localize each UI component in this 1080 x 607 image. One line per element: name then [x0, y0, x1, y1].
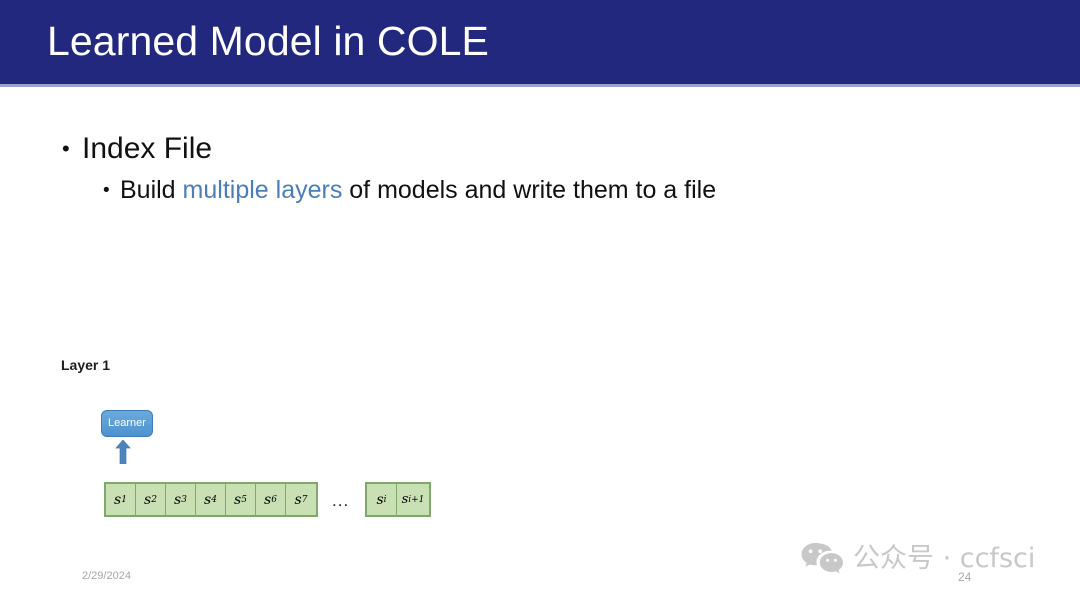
learner-box: Learner — [101, 410, 153, 437]
segment-cell-subscript: 4 — [211, 494, 217, 505]
segment-cell-base: s — [376, 491, 384, 508]
segment-ellipsis: ... — [332, 491, 350, 510]
segment-cell-base: s — [264, 491, 272, 508]
segment-cell: si — [367, 484, 397, 515]
watermark-text: 公众号 · ccfsci — [853, 543, 1036, 574]
segment-cell: s5 — [226, 484, 256, 515]
segment-cell-subscript: 6 — [271, 494, 277, 505]
segment-cell-subscript: 5 — [241, 494, 247, 505]
segment-cell-subscript: i — [383, 494, 387, 505]
segment-cell: s2 — [136, 484, 166, 515]
page-title: Learned Model in COLE — [47, 18, 489, 64]
segment-cell-subscript: 2 — [151, 494, 157, 505]
bullet-level2-suffix: of models and write them to a file — [342, 176, 717, 204]
bullet-level2-highlight: multiple layers — [182, 176, 343, 204]
segment-cell-base: s — [114, 491, 122, 508]
segment-cell-base: s — [174, 491, 182, 508]
wechat-icon — [801, 543, 843, 574]
title-banner-underline — [0, 84, 1080, 87]
segment-cell-base: s — [401, 492, 409, 507]
segment-cell-subscript: 3 — [181, 494, 187, 505]
segment-cell: s3 — [166, 484, 196, 515]
segment-cell-base: s — [294, 491, 302, 508]
bullet-level2-prefix: Build — [120, 176, 183, 204]
segment-cell: s6 — [256, 484, 286, 515]
segment-cell-subscript: i+1 — [408, 494, 425, 505]
segment-cell: s7 — [286, 484, 316, 515]
bullet-marker-icon: • — [103, 180, 110, 201]
segment-cell: s1 — [106, 484, 136, 515]
bullet-level2: • Build multiple layers of models and wri… — [103, 174, 716, 207]
up-arrow-icon — [115, 440, 131, 464]
segment-cell-subscript: 7 — [301, 494, 308, 505]
segment-group-left: s1s2s3s4s5s6s7 — [104, 482, 318, 517]
bullet-level1-text: Index File — [82, 132, 213, 165]
segment-group-right: s i s i+1 — [365, 482, 431, 517]
footer-date: 2/29/2024 — [82, 570, 131, 582]
segment-cell-base: s — [234, 491, 242, 508]
layer-label: Layer 1 — [61, 357, 111, 373]
bullet-marker-icon: • — [62, 136, 70, 161]
watermark: 公众号 · ccfsci — [800, 541, 1035, 577]
bullet-level1: • Index File — [62, 130, 212, 168]
segment-cell: s4 — [196, 484, 226, 515]
segment-cell: s i+1 — [397, 484, 429, 515]
segment-cell-subscript: 1 — [121, 494, 127, 505]
page-number: 24 — [958, 570, 972, 584]
